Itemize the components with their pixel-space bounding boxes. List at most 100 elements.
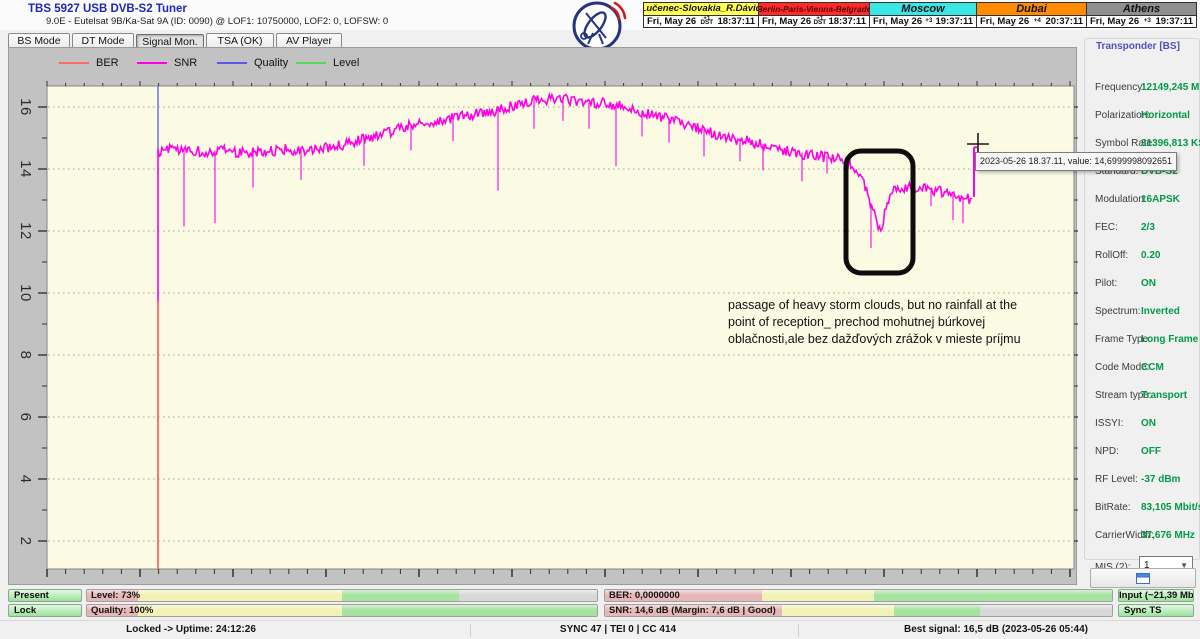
offset-sup: +3 (925, 19, 932, 23)
y-axis-tick-label-10: 10 (13, 280, 39, 306)
progress-segment (782, 605, 894, 616)
chart-options-button[interactable] (1090, 568, 1196, 588)
clock-date: Fri, May 26 (980, 16, 1029, 27)
clock-hms: 19:37:11 (935, 16, 973, 27)
clock-lu-enec-slovakia-r-d-vid: Lučenec-Slovakia_R.DávidFri, May 26+1DST… (644, 3, 759, 27)
sidebar-value-issyi: ON (1141, 418, 1156, 429)
y-axis-tick-label-4: 4 (13, 466, 39, 492)
progress-segment (138, 590, 342, 601)
annotation-line: oblačnosti,ale bez dažďových zrážok v mi… (728, 331, 1021, 348)
sidebar-value-symbolrate: 31396,813 KS/s (1141, 138, 1200, 149)
progress-label: BER: 0,0000000 (609, 590, 680, 602)
clock-hms: 18:37:11 (828, 16, 866, 27)
clock-time: Fri, May 26+420:37:11 (977, 16, 1086, 28)
tuner-app-window: TBS 5927 USB DVB-S2 Tuner 9.0E - Eutelsa… (0, 0, 1200, 639)
progress-segment (342, 605, 597, 616)
satellite-subtitle: 9.0E - Eutelsat 9B/Ka-Sat 9A (ID: 0090) … (46, 16, 388, 27)
transponder-groupbox: Transponder [BS] Frequency:12149,245 MHz… (1084, 38, 1200, 560)
clock-utc-offset: +4 (1034, 19, 1041, 23)
y-axis-tick-label-12: 12 (13, 218, 39, 244)
progress-label: Quality: 100% (91, 605, 153, 617)
sidebar-value-modulation: 16APSK (1141, 194, 1180, 205)
sidebar-value-codemode: CCM (1141, 362, 1164, 373)
badge-lock: Lock (8, 604, 82, 617)
clock-date: Fri, May 26 (762, 16, 811, 27)
offset-sup: +3 (1144, 19, 1151, 23)
y-axis-tick-label-8: 8 (13, 342, 39, 368)
progress-segment (980, 605, 1112, 616)
progress-segment (138, 605, 342, 616)
sidebar-value-frametype: Long Frame (1141, 334, 1198, 345)
progress-level: Level: 73% (86, 589, 598, 602)
progress-segment (894, 605, 980, 616)
sidebar-value-streamtype: Transport (1141, 390, 1187, 401)
progress-segment (762, 590, 874, 601)
sidebar-label-frequency: Frequency: (1095, 82, 1145, 93)
sidebar-value-frequency: 12149,245 MHz (1141, 82, 1200, 93)
clock-date: Fri, May 26 (1090, 16, 1139, 27)
sidebar-label-npd: NPD: (1095, 446, 1119, 457)
badge-input-21-39-mbps-: Input (~21,39 Mbps) (1118, 589, 1194, 602)
progress-segment (874, 590, 1112, 601)
progress-segment (342, 590, 459, 601)
status-divider (470, 624, 471, 637)
status-divider (798, 624, 799, 637)
clock-hms: 19:37:11 (1155, 16, 1193, 27)
sidebar-value-polarization: Horizontal (1141, 110, 1190, 121)
y-axis-tick-label-14: 14 (13, 156, 39, 182)
window-list-icon (1136, 573, 1150, 584)
sidebar-label-issyi: ISSYI: (1095, 418, 1123, 429)
signal-chart-panel: BERSNRQualityLevel 161412108642 passage … (8, 47, 1077, 585)
window-title: TBS 5927 USB DVB-S2 Tuner (28, 3, 187, 15)
sidebar-label-rolloff: RollOff: (1095, 250, 1128, 261)
badge-present: Present (8, 589, 82, 602)
clock-hms: 18:37:11 (717, 16, 755, 27)
progress-label: Level: 73% (91, 590, 140, 602)
sidebar-value-fec: 2/3 (1141, 222, 1155, 233)
sidebar-value-rflevel: -37 dBm (1141, 474, 1180, 485)
clock-time: Fri, May 26+319:37:11 (870, 16, 976, 28)
sidebar-label-fec: FEC: (1095, 222, 1118, 233)
sidebar-value-spectrum: Inverted (1141, 306, 1180, 317)
clock-city-label: Dubai (977, 3, 1086, 16)
y-axis-tick-label-2: 2 (13, 528, 39, 554)
progress-ber: BER: 0,0000000 (604, 589, 1113, 602)
offset-sup: +4 (1034, 19, 1041, 23)
clock-utc-offset: +3 (1144, 19, 1151, 23)
clock-berlin-paris-vienna-belgrade: Berlin-Paris-Vienna-BelgradeFri, May 26+… (759, 3, 870, 27)
clock-moscow: MoscowFri, May 26+319:37:11 (870, 3, 977, 27)
best-signal-status: Best signal: 16,5 dB (2023-05-26 05:44) (904, 624, 1088, 635)
sidebar-label-bitrate: BitRate: (1095, 502, 1131, 513)
clock-city-label: Berlin-Paris-Vienna-Belgrade (759, 3, 869, 16)
annotation-line: passage of heavy storm clouds, but no ra… (728, 297, 1021, 314)
y-axis-tick-label-16: 16 (13, 94, 39, 120)
sidebar-label-spectrum: Spectrum: (1095, 306, 1141, 317)
annotation-line: point of reception_ prechod mohutnej búr… (728, 314, 1021, 331)
offset-sub: DST (813, 21, 826, 25)
clock-dubai: DubaiFri, May 26+420:37:11 (977, 3, 1087, 27)
clock-utc-offset: +3 (925, 19, 932, 23)
y-axis-tick-label-6: 6 (13, 404, 39, 430)
sidebar-value-rolloff: 0.20 (1141, 250, 1160, 261)
clock-utc-offset: +1DST (813, 17, 826, 26)
clock-time: Fri, May 26+1DST18:37:11 (759, 16, 869, 28)
sidebar-label-rflevel: RF Level: (1095, 474, 1138, 485)
sidebar-label-pilot: Pilot: (1095, 278, 1117, 289)
badge-sync-ts: Sync TS (1118, 604, 1194, 617)
sidebar-label-modulation: Modulation: (1095, 194, 1147, 205)
sidebar-value-bitrate: 83,105 Mbit/s (1141, 502, 1200, 513)
clock-city-label: Athens (1087, 3, 1196, 16)
storm-annotation-text: passage of heavy storm clouds, but no ra… (728, 297, 1021, 348)
clock-city-label: Lučenec-Slovakia_R.Dávid (644, 3, 758, 16)
clock-time: Fri, May 26 +3 19:37:11 (1087, 16, 1196, 28)
uptime-status: Locked -> Uptime: 24:12:26 (126, 624, 256, 635)
world-clocks: Lučenec-Slovakia_R.DávidFri, May 26+1DST… (643, 2, 1197, 28)
progress-segment (459, 590, 597, 601)
clock-date: Fri, May 26 (873, 16, 922, 27)
transponder-sidebar: Transponder [BS] Frequency:12149,245 MHz… (1082, 30, 1200, 590)
transponder-groupbox-title: Transponder [BS] (1093, 41, 1183, 52)
clock-city-label: Moscow (870, 3, 976, 16)
sidebar-value-pilot: ON (1141, 278, 1156, 289)
progress-label: SNR: 14,6 dB (Margin: 7,6 dB | Good) (609, 605, 776, 617)
clock-utc-offset: +1DST (700, 17, 713, 26)
